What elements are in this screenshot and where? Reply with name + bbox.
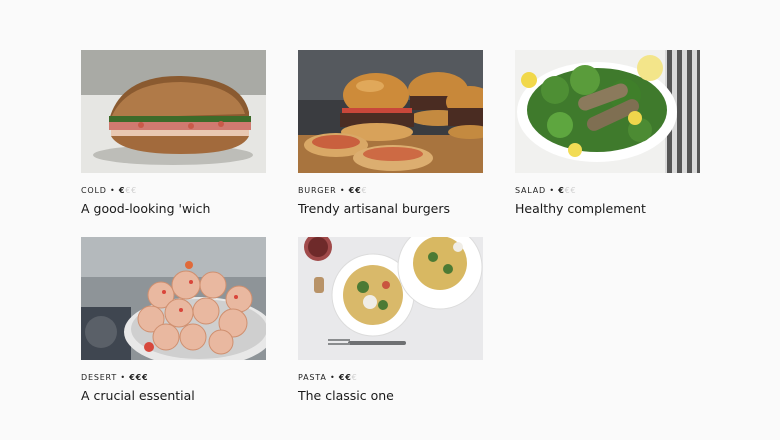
price-level-active: €€	[338, 373, 352, 382]
category-label: COLD	[81, 186, 107, 195]
card-meta: DESERT • €€€	[81, 372, 266, 383]
card-meta: PASTA • €€€	[298, 372, 483, 383]
separator-dot: •	[120, 373, 126, 382]
menu-grid: COLD • €€€ A good-looking 'wich BURGER •…	[81, 50, 700, 404]
category-label: SALAD	[515, 186, 546, 195]
menu-card-cold[interactable]: COLD • €€€ A good-looking 'wich	[81, 50, 266, 217]
pasta-photo[interactable]	[298, 237, 483, 360]
category-label: DESERT	[81, 373, 118, 382]
card-title[interactable]: A crucial essential	[81, 388, 266, 404]
card-meta: BURGER • €€€	[298, 185, 483, 196]
burgers-photo[interactable]	[298, 50, 483, 173]
menu-card-desert[interactable]: DESERT • €€€ A crucial essential	[81, 237, 266, 404]
price-level-active: €€	[348, 186, 362, 195]
price-level-inactive: €	[361, 186, 368, 195]
price-level-active: €€€	[129, 373, 149, 382]
sandwich-photo[interactable]	[81, 50, 266, 173]
menu-card-salad[interactable]: SALAD • €€€ Healthy complement	[515, 50, 700, 217]
category-label: PASTA	[298, 373, 327, 382]
card-title[interactable]: Trendy artisanal burgers	[298, 201, 483, 217]
card-title[interactable]: The classic one	[298, 388, 483, 404]
separator-dot: •	[549, 186, 555, 195]
macarons-photo[interactable]	[81, 237, 266, 360]
card-meta: COLD • €€€	[81, 185, 266, 196]
separator-dot: •	[339, 186, 346, 195]
card-title[interactable]: Healthy complement	[515, 201, 700, 217]
salad-photo[interactable]	[515, 50, 700, 173]
category-label: BURGER	[298, 186, 337, 195]
price-level-inactive: €€	[125, 186, 138, 195]
price-level-inactive: €€	[564, 186, 577, 195]
separator-dot: •	[329, 373, 336, 382]
menu-card-pasta[interactable]: PASTA • €€€ The classic one	[298, 237, 483, 404]
separator-dot: •	[110, 186, 116, 195]
card-title[interactable]: A good-looking 'wich	[81, 201, 266, 217]
card-meta: SALAD • €€€	[515, 185, 700, 196]
price-level-inactive: €	[351, 373, 358, 382]
menu-card-burger[interactable]: BURGER • €€€ Trendy artisanal burgers	[298, 50, 483, 217]
